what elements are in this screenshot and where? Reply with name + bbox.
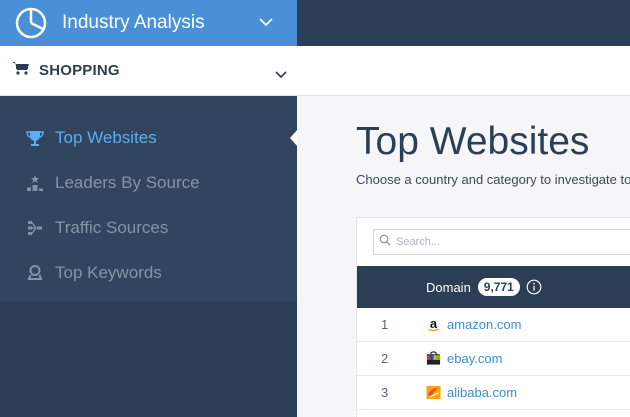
podium-icon — [25, 173, 45, 193]
domain-link[interactable]: ebay.com — [447, 351, 502, 366]
table-header: Domain 9,771 — [357, 266, 630, 308]
app-switcher[interactable]: Industry Analysis — [0, 0, 297, 46]
app-title: Industry Analysis — [62, 12, 205, 33]
top-websites-card: Domain 9,771 1 a amazon.com 2 — [356, 217, 630, 417]
svg-text:a: a — [430, 317, 438, 331]
sidebar-item-label: Top Websites — [55, 128, 157, 147]
top-bar: Industry Analysis — [0, 0, 630, 46]
sidebar: Top Websites Leaders By Source Traffic S… — [0, 96, 298, 417]
table-row: 3 alibaba.com — [357, 376, 630, 410]
search-input[interactable] — [396, 236, 596, 248]
search-icon — [379, 233, 391, 251]
sidebar-menu: Top Websites Leaders By Source Traffic S… — [0, 96, 298, 301]
page-title: Top Websites — [356, 120, 590, 163]
keyword-icon — [25, 263, 45, 283]
category-label: SHOPPING — [39, 62, 120, 79]
sidebar-item-top-websites[interactable]: Top Websites — [25, 124, 157, 152]
domain-link[interactable]: amazon.com — [447, 317, 521, 332]
sidebar-item-label: Traffic Sources — [55, 218, 169, 237]
category-bar-extension — [297, 46, 630, 96]
search-box[interactable] — [373, 229, 630, 255]
domain-link[interactable]: alibaba.com — [447, 385, 517, 400]
chevron-down-icon — [275, 66, 287, 84]
alibaba-favicon — [426, 385, 441, 400]
trophy-icon — [25, 128, 45, 148]
category-selector[interactable]: SHOPPING — [0, 46, 297, 96]
main-content: Top Websites Choose a country and catego… — [297, 96, 630, 417]
sidebar-item-label: Leaders By Source — [55, 173, 200, 192]
sidebar-item-label: Top Keywords — [55, 263, 162, 282]
sidebar-item-traffic-sources[interactable]: Traffic Sources — [25, 214, 168, 242]
sidebar-item-top-keywords[interactable]: Top Keywords — [25, 259, 162, 287]
shopping-cart-icon — [12, 61, 30, 80]
table-row: 2 ebay.com — [357, 342, 630, 376]
info-icon[interactable] — [526, 279, 542, 295]
pie-chart-icon — [13, 5, 49, 41]
flow-icon — [25, 218, 45, 238]
amazon-favicon: a — [426, 317, 441, 332]
chevron-down-icon — [259, 14, 273, 32]
rank-cell: 2 — [381, 351, 389, 366]
rank-cell: 1 — [381, 317, 389, 332]
domain-column-header[interactable]: Domain — [426, 280, 471, 295]
sidebar-item-leaders-by-source[interactable]: Leaders By Source — [25, 169, 200, 197]
rank-cell: 3 — [381, 385, 389, 400]
table-row: 1 a amazon.com — [357, 308, 630, 342]
ebay-favicon — [426, 351, 441, 366]
domain-count-badge: 9,771 — [477, 278, 520, 296]
page-subtitle: Choose a country and category to investi… — [356, 172, 630, 187]
